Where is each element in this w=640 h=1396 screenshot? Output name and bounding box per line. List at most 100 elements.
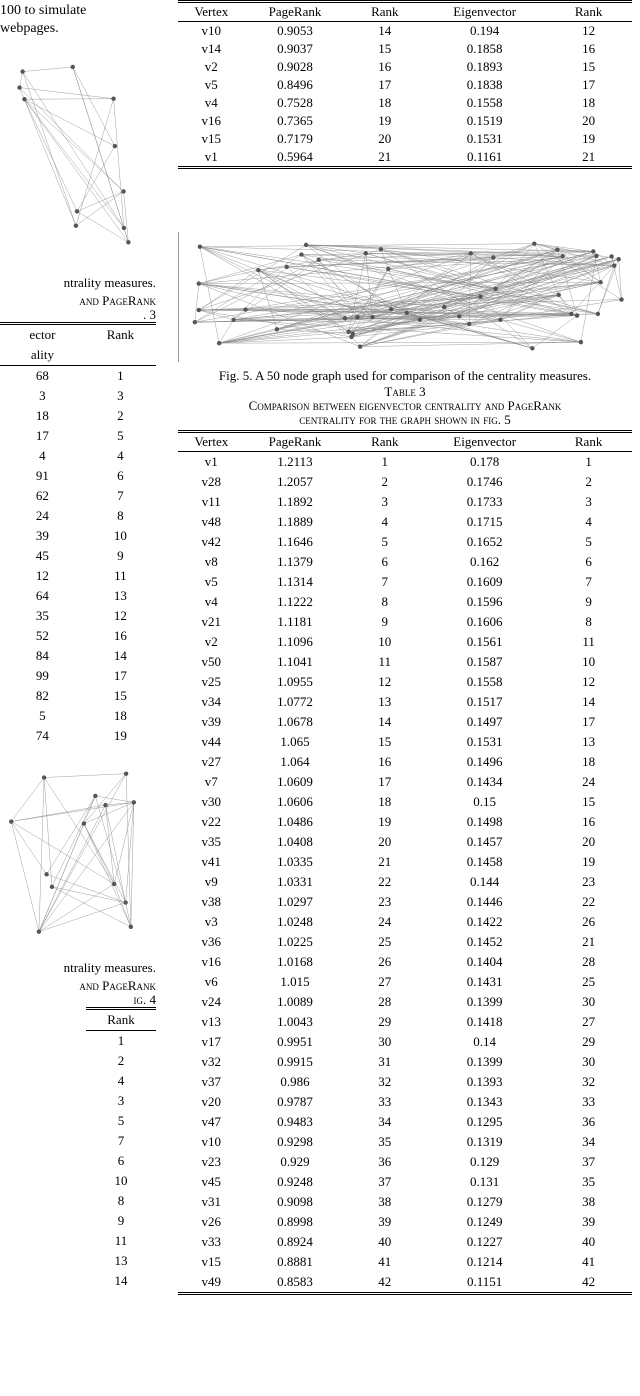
figure-4-caption-fragment: ntrality measures. [0, 960, 156, 976]
table-row: 3910 [0, 526, 156, 546]
table-cell: 0.194 [424, 22, 545, 41]
table-cell: 9 [545, 592, 632, 612]
table-row: v301.0606180.1515 [178, 792, 632, 812]
table-cell: 2 [86, 1051, 156, 1071]
table-cell: 0.1587 [424, 652, 545, 672]
table-row: 518 [0, 706, 156, 726]
table-cell: 35 [545, 1172, 632, 1192]
table-row: v211.118190.16068 [178, 612, 632, 632]
table-cell: 35 [0, 606, 85, 626]
table-cell: v48 [178, 512, 245, 532]
table-cell: v14 [178, 40, 245, 58]
table-caption-fragment: ig. 4 [114, 992, 156, 1008]
table-cell: 24 [0, 506, 85, 526]
table-cell: 0.1452 [424, 932, 545, 952]
graph-icon [0, 740, 156, 955]
table-cell: 0.1295 [424, 1112, 545, 1132]
table-cell: v1 [178, 452, 245, 473]
table-cell: 16 [85, 626, 156, 646]
table-cell: 0.1418 [424, 1012, 545, 1032]
figure-3-caption-fragment: ntrality measures. [0, 275, 156, 291]
table-row: 44 [0, 446, 156, 466]
col-header: Rank [85, 324, 156, 346]
table-row: v51.131470.16097 [178, 572, 632, 592]
table-cell: 39 [0, 526, 85, 546]
table-cell: v38 [178, 892, 245, 912]
table-cell: 99 [0, 666, 85, 686]
table-cell: 0.1838 [424, 76, 545, 94]
table-row: 10 [86, 1171, 156, 1191]
col-header: PageRank [245, 2, 346, 22]
table-row: 1 [86, 1031, 156, 1052]
table-cell: 38 [545, 1192, 632, 1212]
table-row: v61.015270.143125 [178, 972, 632, 992]
table-cell: 20 [545, 832, 632, 852]
table-cell: 0.9028 [245, 58, 346, 76]
table-cell: 35 [345, 1132, 424, 1152]
table-cell: 15 [545, 792, 632, 812]
table-cell: 28 [345, 992, 424, 1012]
table-row: 6413 [0, 586, 156, 606]
table-cell: v30 [178, 792, 245, 812]
table-cell: 0.1457 [424, 832, 545, 852]
table-cell: 0.929 [245, 1152, 346, 1172]
table-cell: 11 [85, 566, 156, 586]
table-cell: 36 [545, 1112, 632, 1132]
table-cell: 1 [345, 452, 424, 473]
table-row: v161.0168260.140428 [178, 952, 632, 972]
table-cell: 12 [345, 672, 424, 692]
table-cell: 20 [345, 832, 424, 852]
table-cell: 0.1399 [424, 1052, 545, 1072]
table-cell: 17 [85, 666, 156, 686]
table-row: v150.7179200.153119 [178, 130, 632, 148]
table-cell: 1.0248 [245, 912, 346, 932]
table-cell: v10 [178, 1132, 245, 1152]
table-cell: 12 [85, 606, 156, 626]
table-cell: 3 [86, 1091, 156, 1111]
table-top-fragment: Vertex PageRank Rank Eigenvector Rank v1… [178, 0, 632, 169]
table-cell: 18 [85, 706, 156, 726]
table-cell: 1.1379 [245, 552, 346, 572]
table-row: 5 [86, 1111, 156, 1131]
table-cell: 68 [0, 366, 85, 387]
table-cell: 0.1746 [424, 472, 545, 492]
table-cell: 0.1733 [424, 492, 545, 512]
table-cell: 32 [345, 1072, 424, 1092]
table-row: v140.9037150.185816 [178, 40, 632, 58]
table-cell: 1 [85, 366, 156, 387]
table-cell: 0.1319 [424, 1132, 545, 1152]
partial-table-left-b: Rank 12435761089111314 [86, 1007, 156, 1291]
table-cell: 13 [545, 732, 632, 752]
table-cell: 37 [545, 1152, 632, 1172]
body-text-fragment: webpages. [0, 20, 156, 38]
figure-4-graph [0, 740, 156, 955]
table-cell: 1 [545, 452, 632, 473]
table-cell: v33 [178, 1232, 245, 1252]
table-cell: 0.7528 [245, 94, 346, 112]
table-cell: 12 [545, 22, 632, 41]
table-cell: v5 [178, 76, 245, 94]
table-cell: 0.1497 [424, 712, 545, 732]
table-cell: 20 [345, 130, 424, 148]
table-cell: 0.1161 [424, 148, 545, 168]
table-row: 11 [86, 1231, 156, 1251]
table-3: Vertex PageRank Rank Eigenvector Rank v1… [178, 430, 632, 1295]
table-cell: 82 [0, 686, 85, 706]
table-cell: 5 [85, 426, 156, 446]
figure-3-graph [0, 50, 156, 265]
table-row: 459 [0, 546, 156, 566]
table-cell: 37 [345, 1172, 424, 1192]
table-cell: 23 [545, 872, 632, 892]
table-cell: 29 [545, 1032, 632, 1052]
table-cell: 19 [545, 852, 632, 872]
table-cell: 23 [345, 892, 424, 912]
table-cell: 1.0772 [245, 692, 346, 712]
table-cell: 0.9787 [245, 1092, 346, 1112]
figure-5-graph [178, 232, 633, 362]
table-cell: 0.178 [424, 452, 545, 473]
table-row: v441.065150.153113 [178, 732, 632, 752]
table-cell: 0.1596 [424, 592, 545, 612]
table-cell: 0.7179 [245, 130, 346, 148]
table-cell: v35 [178, 832, 245, 852]
table-cell: 0.986 [245, 1072, 346, 1092]
